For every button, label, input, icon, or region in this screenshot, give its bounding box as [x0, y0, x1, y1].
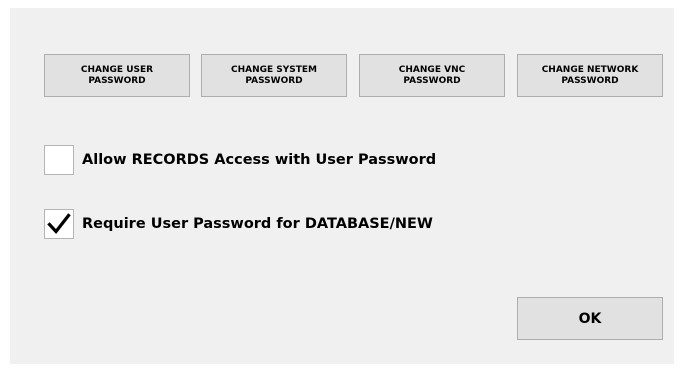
ok-button[interactable]: OK	[517, 297, 663, 340]
change-user-password-button[interactable]: CHANGE USER PASSWORD	[44, 54, 190, 97]
check-icon	[47, 213, 71, 234]
allow-records-label: Allow RECORDS Access with User Password	[82, 152, 437, 168]
allow-records-checkbox[interactable]	[44, 145, 74, 175]
allow-records-option[interactable]: Allow RECORDS Access with User Password	[44, 145, 436, 175]
require-user-password-option[interactable]: Require User Password for DATABASE/NEW	[44, 209, 433, 239]
change-vnc-password-button[interactable]: CHANGE VNC PASSWORD	[359, 54, 505, 97]
require-user-password-label: Require User Password for DATABASE/NEW	[82, 216, 433, 232]
change-system-password-button[interactable]: CHANGE SYSTEM PASSWORD	[201, 54, 347, 97]
change-network-password-button[interactable]: CHANGE NETWORK PASSWORD	[517, 54, 663, 97]
password-settings-dialog: CHANGE USER PASSWORD CHANGE SYSTEM PASSW…	[10, 8, 674, 364]
require-user-password-checkbox[interactable]	[44, 209, 74, 239]
